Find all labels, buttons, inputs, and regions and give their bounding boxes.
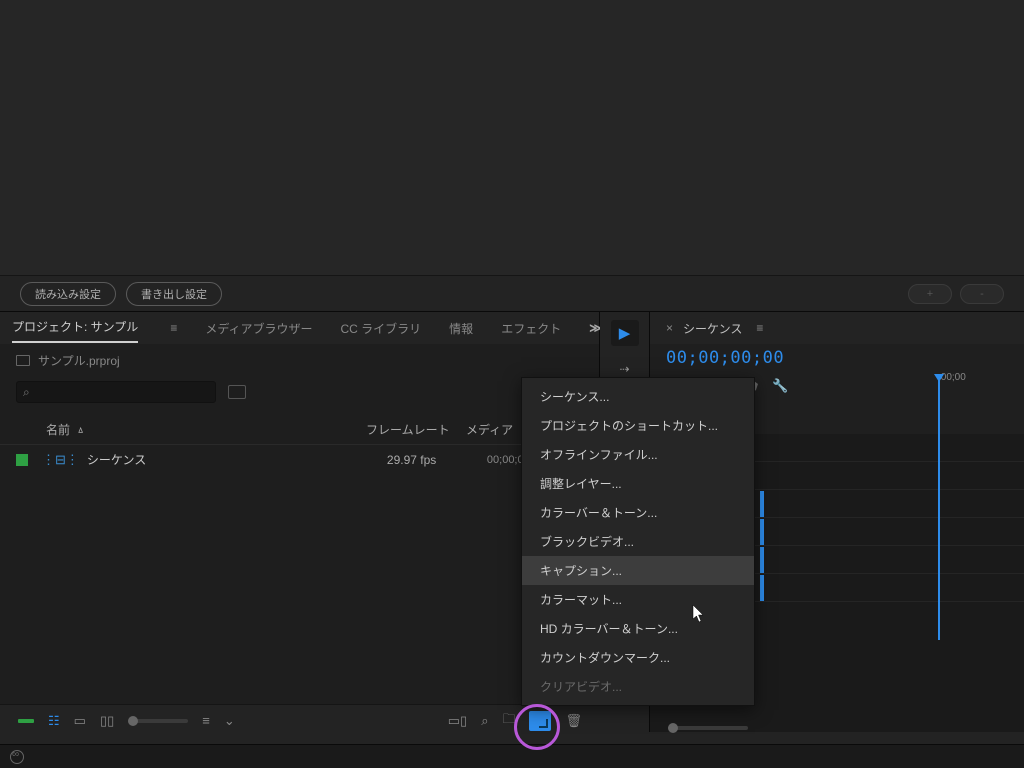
menu-sequence[interactable]: シーケンス... [522, 382, 754, 411]
sort-icon[interactable]: ≡ [202, 713, 210, 728]
label-color-icon[interactable] [18, 719, 34, 723]
arrow-icon: ▶ [619, 324, 631, 342]
find-icon[interactable]: ⌕ [481, 713, 488, 729]
new-item-button[interactable] [529, 711, 551, 731]
tab-project[interactable]: プロジェクト: サンプル [12, 314, 138, 343]
new-bin-icon[interactable]: 🗀 [502, 710, 515, 732]
menu-caption[interactable]: キャプション... [522, 556, 754, 585]
menu-black-video[interactable]: ブラックビデオ... [522, 527, 754, 556]
thumbnail-slider[interactable] [128, 719, 188, 723]
track-indicator [760, 575, 764, 601]
search-row: ⌕ 1 項目 [0, 377, 599, 407]
timeline-zoom-slider[interactable] [668, 726, 748, 730]
export-settings-button[interactable]: 書き出し設定 [126, 282, 222, 306]
track-indicator [760, 547, 764, 573]
asset-name: シーケンス [87, 451, 387, 468]
main-area: プロジェクト: サンプル ≡ メディアブラウザー CC ライブラリ 情報 エフェ… [0, 312, 1024, 732]
menu-hd-bars-tone[interactable]: HD カラーバー＆トーン... [522, 614, 754, 643]
menu-countdown[interactable]: カウントダウンマーク... [522, 643, 754, 672]
tab-media-browser[interactable]: メディアブラウザー [205, 316, 312, 341]
config-bar: 読み込み設定 書き出し設定 + - [0, 276, 1024, 312]
asset-fps: 29.97 fps [387, 453, 487, 467]
tab-info[interactable]: 情報 [449, 316, 473, 341]
menu-adjustment-layer[interactable]: 調整レイヤー... [522, 469, 754, 498]
status-bar [0, 744, 1024, 768]
menu-project-shortcut[interactable]: プロジェクトのショートカット... [522, 411, 754, 440]
preview-area [0, 0, 1024, 276]
project-filename-row: サンプル.prproj [0, 344, 599, 377]
menu-bars-tone[interactable]: カラーバー＆トーン... [522, 498, 754, 527]
creative-cloud-icon[interactable] [10, 750, 24, 764]
menu-color-matte[interactable]: カラーマット... [522, 585, 754, 614]
list-view-icon[interactable]: ☷ [48, 713, 60, 729]
zoom-in-pill[interactable]: + [908, 284, 952, 304]
menu-clear-video[interactable]: クリアビデオ... [522, 672, 754, 701]
track-select-icon: ⇢ [619, 362, 629, 376]
ruler-label: ;00;00 [938, 372, 966, 383]
search-input[interactable]: ⌕ [16, 381, 216, 403]
panel-tabs: プロジェクト: サンプル ≡ メディアブラウザー CC ライブラリ 情報 エフェ… [0, 312, 599, 344]
asset-row[interactable]: ⋮⊟⋮ シーケンス 29.97 fps 00;00;00;00 [0, 445, 599, 474]
bin-icon [16, 355, 30, 366]
asset-label-swatch [16, 454, 28, 466]
project-bottom-toolbar: ☷ ▭ ▯▯ ≡ ⌄ ▭▯ ⌕ 🗀 🗑 [0, 704, 600, 736]
sort-dropdown-icon[interactable]: ⌄ [224, 713, 235, 729]
track-indicator [760, 519, 764, 545]
sort-arrow-icon: ㅿ [76, 422, 85, 437]
freeform-view-icon[interactable]: ▯▯ [100, 713, 114, 729]
playhead[interactable] [938, 380, 940, 640]
tab-menu-icon[interactable]: ≡ [170, 321, 177, 335]
timeline-ruler[interactable]: ;00;00 [938, 362, 1024, 392]
timeline-title: シーケンス [683, 320, 742, 337]
sequence-icon: ⋮⊟⋮ [42, 452, 79, 468]
delete-icon[interactable]: 🗑 [565, 713, 582, 729]
menu-offline-file[interactable]: オフラインファイル... [522, 440, 754, 469]
automate-icon[interactable]: ▭▯ [448, 713, 467, 729]
close-icon[interactable]: × [666, 321, 673, 335]
timeline-menu-icon[interactable]: ≡ [756, 321, 763, 335]
import-settings-button[interactable]: 読み込み設定 [20, 282, 116, 306]
timeline-header: × シーケンス ≡ [650, 312, 1024, 344]
search-icon: ⌕ [23, 385, 30, 400]
tab-effects[interactable]: エフェクト [501, 316, 561, 341]
project-filename: サンプル.prproj [38, 352, 120, 369]
selection-tool[interactable]: ▶ [611, 320, 639, 346]
tab-cc-library[interactable]: CC ライブラリ [341, 316, 422, 341]
column-name[interactable]: 名前 ㅿ [16, 421, 366, 438]
column-framerate[interactable]: フレームレート [366, 421, 466, 438]
settings-icon[interactable]: 🔧 [772, 378, 788, 394]
project-panel: プロジェクト: サンプル ≡ メディアブラウザー CC ライブラリ 情報 エフェ… [0, 312, 600, 732]
filter-bin-icon[interactable] [228, 385, 246, 399]
zoom-out-pill[interactable]: - [960, 284, 1004, 304]
new-item-context-menu: シーケンス... プロジェクトのショートカット... オフラインファイル... … [521, 377, 755, 706]
track-indicator [760, 491, 764, 517]
icon-view-icon[interactable]: ▭ [74, 713, 86, 729]
column-headers: 名前 ㅿ フレームレート メディア [0, 413, 599, 445]
